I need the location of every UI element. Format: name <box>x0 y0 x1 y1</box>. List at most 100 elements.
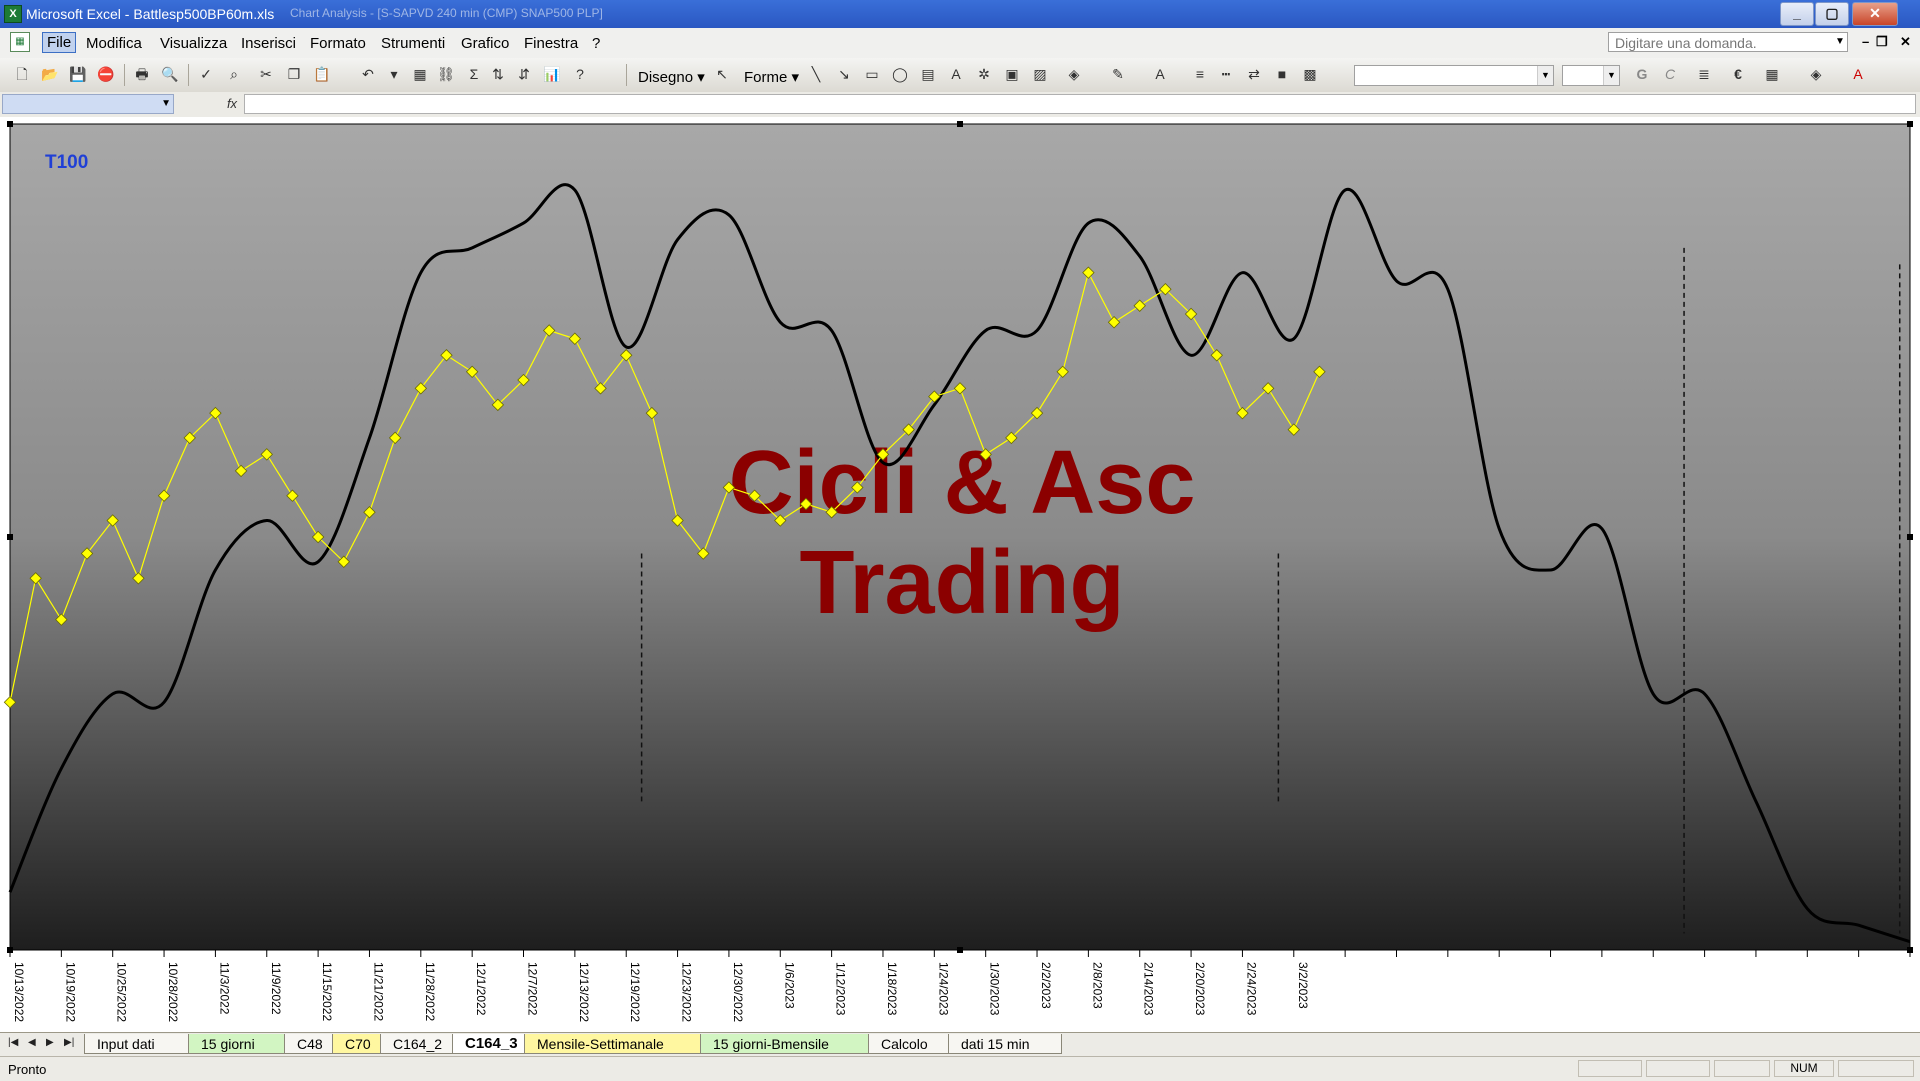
cycle-chart[interactable]: Cicli & AscTrading 10/13/2022 10/19/2022 1… <box>0 117 1920 1032</box>
arrow-tool-icon[interactable]: ↘ <box>834 64 854 84</box>
font-size-combo[interactable]: ▼ <box>1562 65 1620 86</box>
line-style-icon[interactable]: ≡ <box>1190 64 1210 84</box>
menu-item-help[interactable]: ? <box>592 35 600 52</box>
excel-app-icon[interactable]: X <box>4 5 22 23</box>
print-icon[interactable]: 🖶 <box>132 64 152 84</box>
next-sheet-icon[interactable]: ▶ <box>46 1037 54 1048</box>
fill-color-icon[interactable]: ◈ <box>1064 64 1084 84</box>
x-tick-label: 2/20/2023 <box>1193 962 1207 1016</box>
watermark-text: Cicli & Asc <box>729 433 1196 533</box>
insert-function-icon[interactable]: fx <box>222 94 242 114</box>
new-file-icon[interactable]: 🗋 <box>12 64 32 84</box>
selection-handle[interactable] <box>1907 121 1913 127</box>
text-color-icon[interactable]: A <box>1848 64 1868 84</box>
doc-close-button[interactable]: ✕ <box>1900 34 1911 50</box>
arrow-style-icon[interactable]: ⇄ <box>1244 64 1264 84</box>
close-window-button[interactable]: ✕ <box>1852 2 1898 26</box>
first-sheet-icon[interactable]: |◀ <box>8 1037 18 1048</box>
sheet-tab-c164-2[interactable]: C164_2 <box>380 1034 454 1054</box>
selection-handle[interactable] <box>7 121 13 127</box>
oval-tool-icon[interactable]: ◯ <box>890 64 910 84</box>
align-center-icon[interactable]: ≣ <box>1694 64 1714 84</box>
font-color-icon[interactable]: A <box>1150 64 1170 84</box>
cut-icon[interactable]: ✂ <box>256 64 276 84</box>
autosum-icon[interactable]: Σ <box>464 64 484 84</box>
maximize-button[interactable]: ▢ <box>1815 2 1849 26</box>
textbox-tool-icon[interactable]: ▤ <box>918 64 938 84</box>
chart-sheet[interactable]: Cicli & Asc Trading 10/13/2022 10/19/2022 1… <box>0 117 1920 1032</box>
formula-input[interactable] <box>244 94 1916 114</box>
document-icon[interactable]: ▦ <box>10 32 30 52</box>
open-folder-icon[interactable]: 📂 <box>40 64 60 84</box>
minimize-button[interactable]: _ <box>1780 2 1814 26</box>
sheet-tab-input-dati[interactable]: Input dati <box>84 1034 190 1054</box>
menu-item-grafico[interactable]: Grafico <box>461 35 509 52</box>
spelling-icon[interactable]: ✓ <box>196 64 216 84</box>
selection-handle[interactable] <box>957 947 963 953</box>
fill-bucket-icon[interactable]: ◈ <box>1806 64 1826 84</box>
x-tick-label: 12/7/2022 <box>526 962 540 1016</box>
shapes-menu-button[interactable]: Forme ▾ <box>744 68 799 86</box>
3d-icon[interactable]: ▩ <box>1300 64 1320 84</box>
menu-item-formato[interactable]: Formato <box>310 35 366 52</box>
sheet-tab-15-giorni[interactable]: 15 giorni <box>188 1034 286 1054</box>
sheet-tab-mensile-settimanale[interactable]: Mensile-Settimanale <box>524 1034 702 1054</box>
copy-icon[interactable]: ❐ <box>284 64 304 84</box>
chart-icon[interactable]: 📊 <box>542 64 562 84</box>
help-dropdown-icon[interactable]: ▼ <box>1832 32 1848 52</box>
sheet-tab-calcolo[interactable]: Calcolo <box>868 1034 950 1054</box>
sheet-tab-dati-15-min[interactable]: dati 15 min <box>948 1034 1062 1054</box>
bold-button[interactable]: G <box>1632 64 1652 84</box>
picture-icon[interactable]: ▨ <box>1030 64 1050 84</box>
formula-bar: ▼ fx <box>0 92 1920 117</box>
permission-icon[interactable]: ⛔ <box>96 64 116 84</box>
line-tool-icon[interactable]: ╲ <box>806 64 826 84</box>
selection-handle[interactable] <box>1907 534 1913 540</box>
menu-item-finestra[interactable]: Finestra <box>524 35 578 52</box>
doc-minimize-button[interactable]: – <box>1862 34 1869 49</box>
menu-item-strumenti[interactable]: Strumenti <box>381 35 445 52</box>
euro-button[interactable]: € <box>1728 64 1748 84</box>
help-search-input[interactable]: Digitare una domanda. <box>1608 32 1848 52</box>
sheet-tab-c48[interactable]: C48 <box>284 1034 334 1054</box>
sort-icon[interactable]: ⇅ <box>488 64 508 84</box>
draw-menu-button[interactable]: Disegno ▾ <box>638 68 705 86</box>
link-icon[interactable]: ⛓ <box>436 64 456 84</box>
name-box[interactable]: ▼ <box>2 94 174 114</box>
shadow-icon[interactable]: ■ <box>1272 64 1292 84</box>
menu-item-visualizza[interactable]: Visualizza <box>160 35 227 52</box>
x-tick-label: 2/2/2023 <box>1039 962 1053 1009</box>
paste-icon[interactable]: 📋 <box>312 64 332 84</box>
sheet-tab-c164-3[interactable]: C164_3 <box>452 1034 526 1054</box>
print-preview-icon[interactable]: 🔍 <box>160 64 180 84</box>
wordart-icon[interactable]: A <box>946 64 966 84</box>
rectangle-tool-icon[interactable]: ▭ <box>862 64 882 84</box>
menu-item-modifica[interactable]: Modifica <box>86 35 142 52</box>
font-name-combo[interactable]: ▼ <box>1354 65 1554 86</box>
status-cell <box>1646 1060 1710 1077</box>
menu-item-inserisci[interactable]: Inserisci <box>241 35 296 52</box>
prev-sheet-icon[interactable]: ◀ <box>28 1037 36 1048</box>
x-tick-label: 12/13/2022 <box>577 962 591 1022</box>
undo-icon[interactable]: ↶ <box>358 64 378 84</box>
clipart-icon[interactable]: ▣ <box>1002 64 1022 84</box>
selection-handle[interactable] <box>957 121 963 127</box>
redo-icon[interactable]: ▾ <box>384 64 404 84</box>
help-icon[interactable]: ? <box>570 64 590 84</box>
line-color-icon[interactable]: ✎ <box>1108 64 1128 84</box>
sheet-tab-15-giorni-bmensile[interactable]: 15 giorni-Bmensile <box>700 1034 870 1054</box>
save-icon[interactable]: 💾 <box>68 64 88 84</box>
last-sheet-icon[interactable]: ▶| <box>64 1037 74 1048</box>
sort-descending-icon[interactable]: ⇵ <box>514 64 534 84</box>
selection-handle[interactable] <box>7 534 13 540</box>
menu-item-file[interactable]: File <box>42 32 77 53</box>
borders-icon[interactable]: ▦ <box>1762 64 1782 84</box>
select-pointer-icon[interactable]: ↖ <box>712 64 732 84</box>
sheet-tab-c70[interactable]: C70 <box>332 1034 382 1054</box>
dash-style-icon[interactable]: ┅ <box>1216 64 1236 84</box>
doc-restore-button[interactable]: ❐ <box>1876 34 1888 50</box>
research-icon[interactable]: ⌕ <box>224 64 244 84</box>
chart-wizard-icon[interactable]: ▦ <box>410 64 430 84</box>
italic-button[interactable]: C <box>1660 64 1680 84</box>
diagram-icon[interactable]: ✲ <box>974 64 994 84</box>
